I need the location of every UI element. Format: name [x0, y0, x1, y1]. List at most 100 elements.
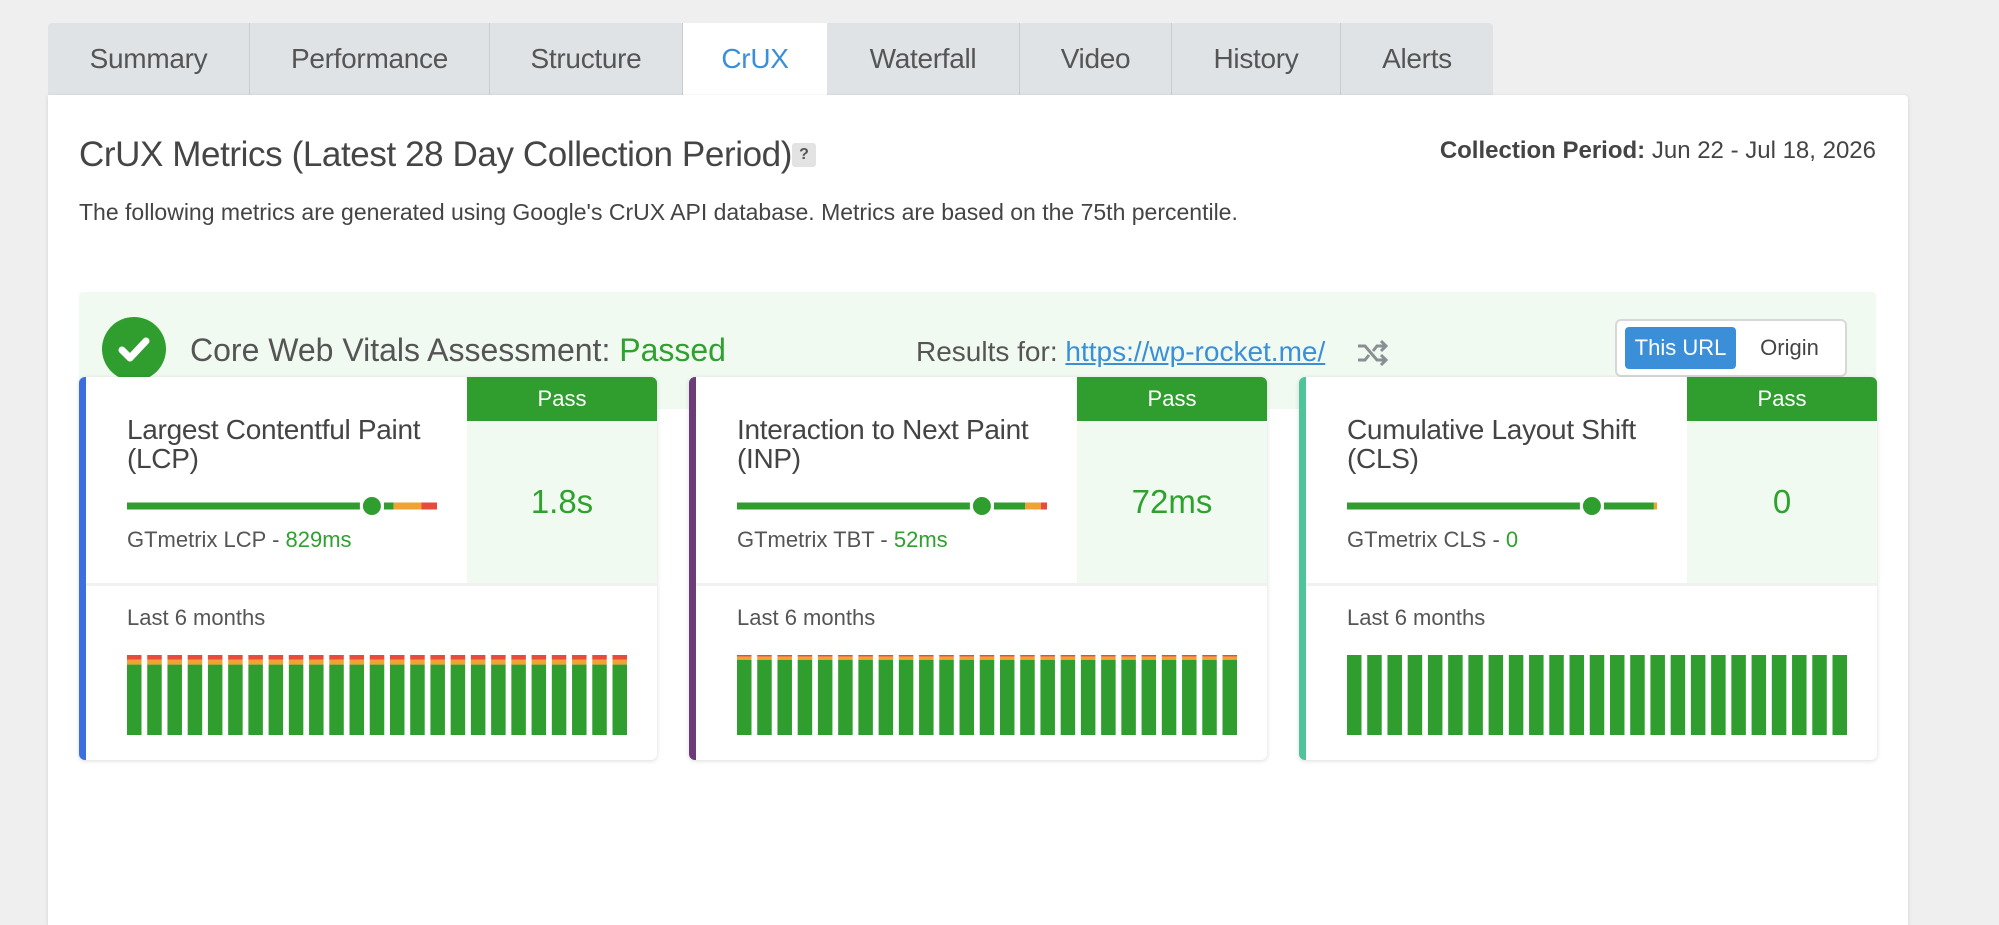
- history-bar-good: [1020, 659, 1035, 735]
- tab-summary[interactable]: Summary: [48, 23, 250, 95]
- history-bar-good: [1792, 655, 1807, 735]
- history-bar-poor: [450, 655, 466, 660]
- tab-performance[interactable]: Performance: [250, 23, 490, 95]
- origin-button[interactable]: Origin: [1742, 327, 1837, 369]
- history-bar-ni: [207, 659, 223, 665]
- history-bar-poor: [939, 655, 954, 657]
- history-bar-ni: [511, 659, 526, 665]
- history-bar-poor: [737, 655, 752, 657]
- history-bar-good: [777, 659, 792, 735]
- history-bar-good: [248, 664, 263, 735]
- history-bar-poor: [470, 655, 486, 660]
- history-bar-ni: [1060, 656, 1076, 660]
- history-bar-poor: [551, 655, 567, 660]
- history-bar-good: [410, 664, 425, 735]
- history-bar-poor: [167, 655, 182, 660]
- history-bar-poor: [1182, 655, 1197, 657]
- history-bar-good: [1161, 659, 1177, 735]
- history-bar-good: [572, 664, 587, 735]
- shuffle-icon[interactable]: [1356, 338, 1388, 368]
- history-bar-good: [369, 664, 385, 735]
- tab-alerts[interactable]: Alerts: [1341, 23, 1493, 95]
- history-bar-ni: [187, 659, 203, 665]
- this-url-button[interactable]: This URL: [1625, 327, 1736, 369]
- history-bar-good: [470, 664, 486, 735]
- history-bar-ni: [147, 659, 162, 665]
- history-bar-poor: [248, 655, 263, 660]
- history-bar-ni: [491, 659, 506, 665]
- history-bar-ni: [369, 659, 385, 665]
- history-bar-good: [1609, 655, 1625, 735]
- tab-crux[interactable]: CrUX: [683, 23, 827, 95]
- help-icon[interactable]: ?: [792, 143, 816, 167]
- metric-card-cls: Cumulative Layout Shift (CLS) Pass 0 GTm…: [1299, 377, 1877, 760]
- history-bar-good: [838, 659, 853, 735]
- history-bar-ni: [309, 659, 324, 665]
- history-bar-good: [1650, 655, 1665, 735]
- history-label: Last 6 months: [737, 605, 876, 630]
- history-bar-good: [1630, 655, 1645, 735]
- card-divider: [86, 583, 657, 586]
- history-bar-poor: [268, 655, 284, 660]
- history-bar-poor: [999, 655, 1015, 657]
- metric-value: 72ms: [1077, 421, 1267, 583]
- history-bar-good: [1569, 655, 1585, 735]
- history-bar-poor: [511, 655, 526, 660]
- history-bar-ni: [572, 659, 587, 665]
- metric-card-lcp: Largest Contentful Paint (LCP) Pass 1.8s…: [79, 377, 657, 760]
- history-bar-good: [491, 664, 506, 735]
- history-bar-good: [797, 659, 813, 735]
- pass-badge: Pass: [467, 377, 657, 421]
- history-bar-good: [1347, 655, 1362, 735]
- history-bar-ni: [1202, 656, 1217, 660]
- tab-history[interactable]: History: [1172, 23, 1341, 95]
- history-bar-good: [268, 664, 284, 735]
- history-bar-ni: [1080, 656, 1096, 660]
- history-bar-poor: [919, 655, 934, 657]
- tab-structure[interactable]: Structure: [490, 23, 683, 95]
- history-bar-good: [450, 664, 466, 735]
- history-bar-poor: [1040, 655, 1055, 657]
- history-bar-good: [511, 664, 526, 735]
- collection-period: Collection Period: Jun 22 - Jul 18, 2026: [1440, 137, 1876, 165]
- history-bar-good: [1407, 655, 1423, 735]
- tab-video[interactable]: Video: [1020, 23, 1172, 95]
- history-bar-ni: [167, 659, 182, 665]
- history-bar-good: [389, 664, 405, 735]
- history-bar-poor: [817, 655, 833, 657]
- threshold-track: [737, 497, 1047, 515]
- threshold-track: [127, 497, 437, 515]
- history-bar-poor: [592, 655, 607, 660]
- gtmetrix-comparison: GTmetrix LCP - 829ms: [127, 527, 352, 553]
- history-bar-ni: [817, 656, 833, 660]
- history-bar-good: [1711, 655, 1726, 735]
- history-bar-good: [228, 664, 243, 735]
- history-bar-good: [1427, 655, 1443, 735]
- history-bar-ni: [939, 656, 954, 660]
- track-good-segment: [1347, 502, 1654, 510]
- pass-badge: Pass: [1077, 377, 1267, 421]
- results-for-label: Results for:: [916, 336, 1058, 367]
- history-bar-ni: [959, 656, 975, 660]
- history-bar-poor: [288, 655, 304, 660]
- history-bar-poor: [777, 655, 792, 657]
- history-bar-ni: [1040, 656, 1055, 660]
- gtmetrix-value: 52ms: [893, 527, 948, 552]
- history-bar-good: [309, 664, 324, 735]
- history-bar-poor: [797, 655, 813, 657]
- card-divider: [696, 583, 1267, 586]
- card-accent: [79, 377, 86, 760]
- history-bar-poor: [612, 655, 627, 660]
- gtmetrix-label: GTmetrix TBT -: [737, 527, 894, 552]
- gtmetrix-comparison: GTmetrix CLS - 0: [1347, 527, 1518, 553]
- track-ni-segment: [393, 502, 422, 510]
- history-bar-poor: [1060, 655, 1076, 657]
- results-url-link[interactable]: https://wp-rocket.me/: [1065, 336, 1325, 367]
- page-title: CrUX Metrics (Latest 28 Day Collection P…: [79, 135, 792, 174]
- history-bar-poor: [309, 655, 324, 660]
- p75-marker: [362, 497, 381, 515]
- tab-waterfall[interactable]: Waterfall: [827, 23, 1020, 95]
- history-bar-poor: [531, 655, 547, 660]
- history-bar-good: [1589, 655, 1605, 735]
- history-bar-poor: [207, 655, 223, 660]
